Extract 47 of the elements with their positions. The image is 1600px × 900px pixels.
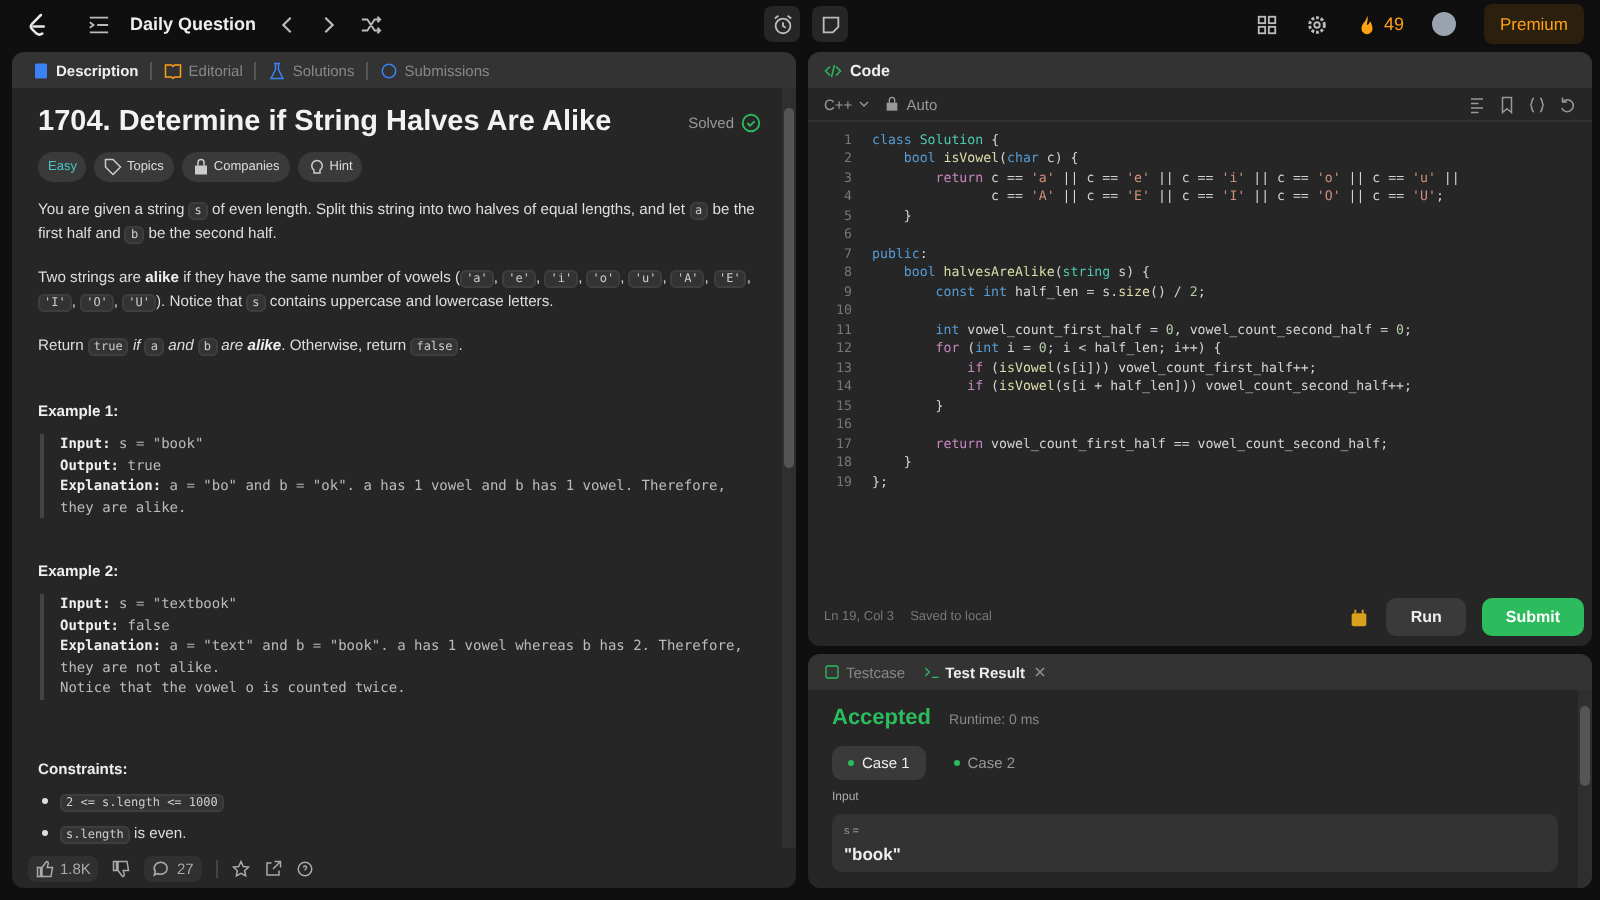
braces-icon[interactable]: [1528, 95, 1546, 113]
comment-icon: [152, 859, 171, 877]
problem-title: 1704. Determine if String Halves Are Alike: [38, 106, 614, 138]
reset-icon[interactable]: [1558, 95, 1576, 113]
terminal-icon: [923, 664, 940, 680]
lock-icon: [191, 158, 210, 176]
run-button[interactable]: Run: [1386, 597, 1466, 635]
check-circle-icon: [740, 111, 762, 133]
debug-icon[interactable]: [1348, 605, 1371, 627]
alarm-clock-icon: [771, 13, 793, 35]
shuffle-icon[interactable]: [360, 13, 383, 35]
code-panel-title: Code: [850, 61, 890, 79]
thumbs-up-icon: [36, 859, 54, 877]
checkbox-icon: [824, 664, 840, 680]
note-button[interactable]: [812, 6, 848, 42]
list-icon[interactable]: [88, 13, 110, 35]
star-icon[interactable]: [231, 859, 250, 877]
dislike-icon[interactable]: [112, 859, 131, 877]
tag-icon: [104, 158, 123, 176]
caret-icon: [856, 96, 873, 112]
streak-count[interactable]: 49: [1383, 14, 1404, 34]
document-icon: [32, 61, 50, 79]
close-icon[interactable]: [1032, 664, 1049, 680]
bullet-icon: [42, 797, 48, 803]
note-icon: [819, 13, 841, 35]
logo-icon[interactable]: [28, 11, 48, 37]
code-icon: [824, 61, 842, 79]
verdict: Accepted: [832, 706, 932, 730]
scrollbar[interactable]: [1578, 690, 1592, 888]
variable-value: "book": [844, 844, 903, 864]
book-icon: [164, 61, 183, 79]
avatar[interactable]: [1431, 12, 1456, 36]
circle-icon: [380, 61, 399, 79]
premium-button[interactable]: Premium: [1483, 4, 1584, 44]
layout-icon[interactable]: [1255, 13, 1278, 35]
lock-icon: [884, 96, 901, 112]
lightbulb-icon: [307, 158, 326, 176]
bookmark-icon[interactable]: [1498, 95, 1516, 113]
bullet-icon: [42, 829, 48, 835]
settings-icon[interactable]: [1305, 13, 1328, 35]
daily-question-title[interactable]: Daily Question: [130, 14, 257, 34]
alarm-button[interactable]: [764, 6, 800, 42]
share-icon[interactable]: [263, 859, 282, 877]
format-icon[interactable]: [1468, 95, 1486, 113]
flask-icon: [268, 61, 287, 79]
scrollbar[interactable]: [782, 88, 796, 848]
help-icon[interactable]: [295, 859, 314, 877]
